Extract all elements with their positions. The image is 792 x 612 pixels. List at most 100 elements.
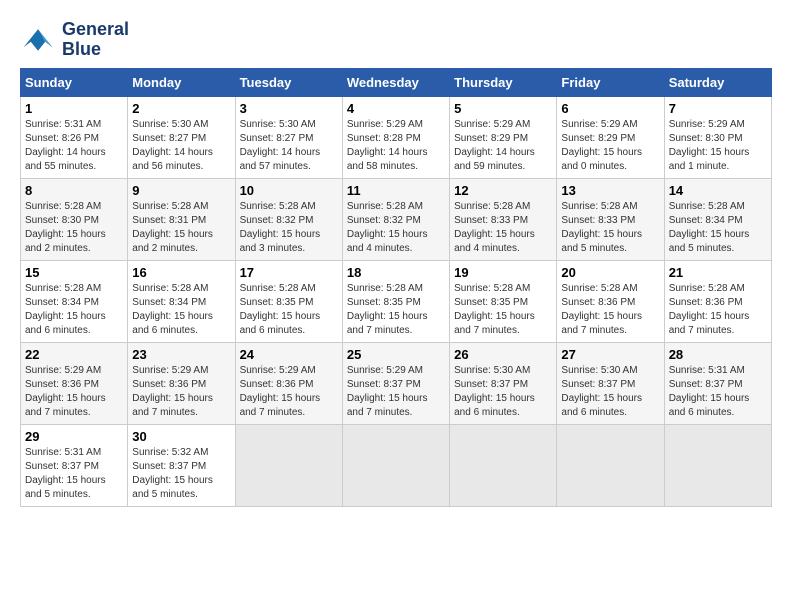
logo: General Blue bbox=[20, 20, 129, 60]
calendar-cell bbox=[450, 424, 557, 506]
day-info: Sunrise: 5:32 AMSunset: 8:37 PMDaylight:… bbox=[132, 446, 230, 502]
day-info: Sunrise: 5:29 AMSunset: 8:29 PMDaylight:… bbox=[561, 118, 659, 174]
calendar-cell: 1 Sunrise: 5:31 AMSunset: 8:26 PMDayligh… bbox=[21, 96, 128, 178]
day-number: 30 bbox=[132, 429, 230, 444]
calendar-week-1: 1 Sunrise: 5:31 AMSunset: 8:26 PMDayligh… bbox=[21, 96, 772, 178]
calendar-cell: 3 Sunrise: 5:30 AMSunset: 8:27 PMDayligh… bbox=[235, 96, 342, 178]
day-number: 13 bbox=[561, 183, 659, 198]
calendar-week-3: 15 Sunrise: 5:28 AMSunset: 8:34 PMDaylig… bbox=[21, 260, 772, 342]
calendar-cell: 24 Sunrise: 5:29 AMSunset: 8:36 PMDaylig… bbox=[235, 342, 342, 424]
day-info: Sunrise: 5:29 AMSunset: 8:28 PMDaylight:… bbox=[347, 118, 445, 174]
day-number: 16 bbox=[132, 265, 230, 280]
calendar-cell: 19 Sunrise: 5:28 AMSunset: 8:35 PMDaylig… bbox=[450, 260, 557, 342]
day-number: 20 bbox=[561, 265, 659, 280]
day-number: 25 bbox=[347, 347, 445, 362]
day-number: 17 bbox=[240, 265, 338, 280]
calendar-cell: 28 Sunrise: 5:31 AMSunset: 8:37 PMDaylig… bbox=[664, 342, 771, 424]
day-number: 2 bbox=[132, 101, 230, 116]
day-info: Sunrise: 5:28 AMSunset: 8:30 PMDaylight:… bbox=[25, 200, 123, 256]
calendar-cell: 26 Sunrise: 5:30 AMSunset: 8:37 PMDaylig… bbox=[450, 342, 557, 424]
day-number: 5 bbox=[454, 101, 552, 116]
calendar-cell: 12 Sunrise: 5:28 AMSunset: 8:33 PMDaylig… bbox=[450, 178, 557, 260]
calendar-cell: 23 Sunrise: 5:29 AMSunset: 8:36 PMDaylig… bbox=[128, 342, 235, 424]
calendar-cell: 21 Sunrise: 5:28 AMSunset: 8:36 PMDaylig… bbox=[664, 260, 771, 342]
calendar-cell: 22 Sunrise: 5:29 AMSunset: 8:36 PMDaylig… bbox=[21, 342, 128, 424]
day-info: Sunrise: 5:28 AMSunset: 8:34 PMDaylight:… bbox=[132, 282, 230, 338]
day-number: 24 bbox=[240, 347, 338, 362]
day-number: 7 bbox=[669, 101, 767, 116]
day-info: Sunrise: 5:28 AMSunset: 8:32 PMDaylight:… bbox=[240, 200, 338, 256]
day-info: Sunrise: 5:28 AMSunset: 8:35 PMDaylight:… bbox=[347, 282, 445, 338]
calendar-cell: 17 Sunrise: 5:28 AMSunset: 8:35 PMDaylig… bbox=[235, 260, 342, 342]
day-info: Sunrise: 5:28 AMSunset: 8:34 PMDaylight:… bbox=[669, 200, 767, 256]
calendar-week-4: 22 Sunrise: 5:29 AMSunset: 8:36 PMDaylig… bbox=[21, 342, 772, 424]
day-info: Sunrise: 5:31 AMSunset: 8:37 PMDaylight:… bbox=[25, 446, 123, 502]
day-number: 6 bbox=[561, 101, 659, 116]
logo-icon bbox=[20, 22, 56, 58]
calendar-cell: 20 Sunrise: 5:28 AMSunset: 8:36 PMDaylig… bbox=[557, 260, 664, 342]
day-info: Sunrise: 5:28 AMSunset: 8:33 PMDaylight:… bbox=[561, 200, 659, 256]
calendar-cell: 16 Sunrise: 5:28 AMSunset: 8:34 PMDaylig… bbox=[128, 260, 235, 342]
day-header-monday: Monday bbox=[128, 68, 235, 96]
day-info: Sunrise: 5:30 AMSunset: 8:27 PMDaylight:… bbox=[240, 118, 338, 174]
day-number: 3 bbox=[240, 101, 338, 116]
calendar-cell: 2 Sunrise: 5:30 AMSunset: 8:27 PMDayligh… bbox=[128, 96, 235, 178]
calendar-cell: 15 Sunrise: 5:28 AMSunset: 8:34 PMDaylig… bbox=[21, 260, 128, 342]
calendar-cell: 10 Sunrise: 5:28 AMSunset: 8:32 PMDaylig… bbox=[235, 178, 342, 260]
calendar-cell: 4 Sunrise: 5:29 AMSunset: 8:28 PMDayligh… bbox=[342, 96, 449, 178]
calendar-cell bbox=[664, 424, 771, 506]
calendar-cell: 18 Sunrise: 5:28 AMSunset: 8:35 PMDaylig… bbox=[342, 260, 449, 342]
day-header-wednesday: Wednesday bbox=[342, 68, 449, 96]
calendar-cell: 11 Sunrise: 5:28 AMSunset: 8:32 PMDaylig… bbox=[342, 178, 449, 260]
day-header-friday: Friday bbox=[557, 68, 664, 96]
day-number: 27 bbox=[561, 347, 659, 362]
day-number: 1 bbox=[25, 101, 123, 116]
day-info: Sunrise: 5:28 AMSunset: 8:34 PMDaylight:… bbox=[25, 282, 123, 338]
day-info: Sunrise: 5:29 AMSunset: 8:30 PMDaylight:… bbox=[669, 118, 767, 174]
day-number: 8 bbox=[25, 183, 123, 198]
calendar-cell: 5 Sunrise: 5:29 AMSunset: 8:29 PMDayligh… bbox=[450, 96, 557, 178]
day-number: 10 bbox=[240, 183, 338, 198]
calendar-cell bbox=[557, 424, 664, 506]
day-info: Sunrise: 5:29 AMSunset: 8:36 PMDaylight:… bbox=[132, 364, 230, 420]
day-info: Sunrise: 5:31 AMSunset: 8:26 PMDaylight:… bbox=[25, 118, 123, 174]
page-header: General Blue bbox=[20, 20, 772, 60]
day-header-sunday: Sunday bbox=[21, 68, 128, 96]
calendar-header-row: SundayMondayTuesdayWednesdayThursdayFrid… bbox=[21, 68, 772, 96]
day-header-saturday: Saturday bbox=[664, 68, 771, 96]
calendar-cell: 13 Sunrise: 5:28 AMSunset: 8:33 PMDaylig… bbox=[557, 178, 664, 260]
calendar-cell: 8 Sunrise: 5:28 AMSunset: 8:30 PMDayligh… bbox=[21, 178, 128, 260]
day-number: 21 bbox=[669, 265, 767, 280]
day-info: Sunrise: 5:28 AMSunset: 8:33 PMDaylight:… bbox=[454, 200, 552, 256]
day-info: Sunrise: 5:29 AMSunset: 8:29 PMDaylight:… bbox=[454, 118, 552, 174]
calendar-table: SundayMondayTuesdayWednesdayThursdayFrid… bbox=[20, 68, 772, 507]
day-number: 29 bbox=[25, 429, 123, 444]
calendar-cell: 27 Sunrise: 5:30 AMSunset: 8:37 PMDaylig… bbox=[557, 342, 664, 424]
day-header-thursday: Thursday bbox=[450, 68, 557, 96]
calendar-cell: 30 Sunrise: 5:32 AMSunset: 8:37 PMDaylig… bbox=[128, 424, 235, 506]
day-number: 15 bbox=[25, 265, 123, 280]
day-number: 9 bbox=[132, 183, 230, 198]
day-number: 23 bbox=[132, 347, 230, 362]
day-number: 14 bbox=[669, 183, 767, 198]
day-info: Sunrise: 5:28 AMSunset: 8:35 PMDaylight:… bbox=[240, 282, 338, 338]
calendar-cell: 25 Sunrise: 5:29 AMSunset: 8:37 PMDaylig… bbox=[342, 342, 449, 424]
day-info: Sunrise: 5:28 AMSunset: 8:35 PMDaylight:… bbox=[454, 282, 552, 338]
calendar-cell: 6 Sunrise: 5:29 AMSunset: 8:29 PMDayligh… bbox=[557, 96, 664, 178]
calendar-cell bbox=[342, 424, 449, 506]
day-number: 12 bbox=[454, 183, 552, 198]
day-info: Sunrise: 5:29 AMSunset: 8:36 PMDaylight:… bbox=[25, 364, 123, 420]
day-info: Sunrise: 5:30 AMSunset: 8:37 PMDaylight:… bbox=[561, 364, 659, 420]
logo-text: General Blue bbox=[62, 20, 129, 60]
day-header-tuesday: Tuesday bbox=[235, 68, 342, 96]
day-number: 28 bbox=[669, 347, 767, 362]
day-number: 22 bbox=[25, 347, 123, 362]
day-number: 11 bbox=[347, 183, 445, 198]
calendar-cell: 29 Sunrise: 5:31 AMSunset: 8:37 PMDaylig… bbox=[21, 424, 128, 506]
day-number: 18 bbox=[347, 265, 445, 280]
day-number: 26 bbox=[454, 347, 552, 362]
day-info: Sunrise: 5:28 AMSunset: 8:36 PMDaylight:… bbox=[669, 282, 767, 338]
calendar-cell bbox=[235, 424, 342, 506]
day-number: 19 bbox=[454, 265, 552, 280]
day-info: Sunrise: 5:30 AMSunset: 8:37 PMDaylight:… bbox=[454, 364, 552, 420]
